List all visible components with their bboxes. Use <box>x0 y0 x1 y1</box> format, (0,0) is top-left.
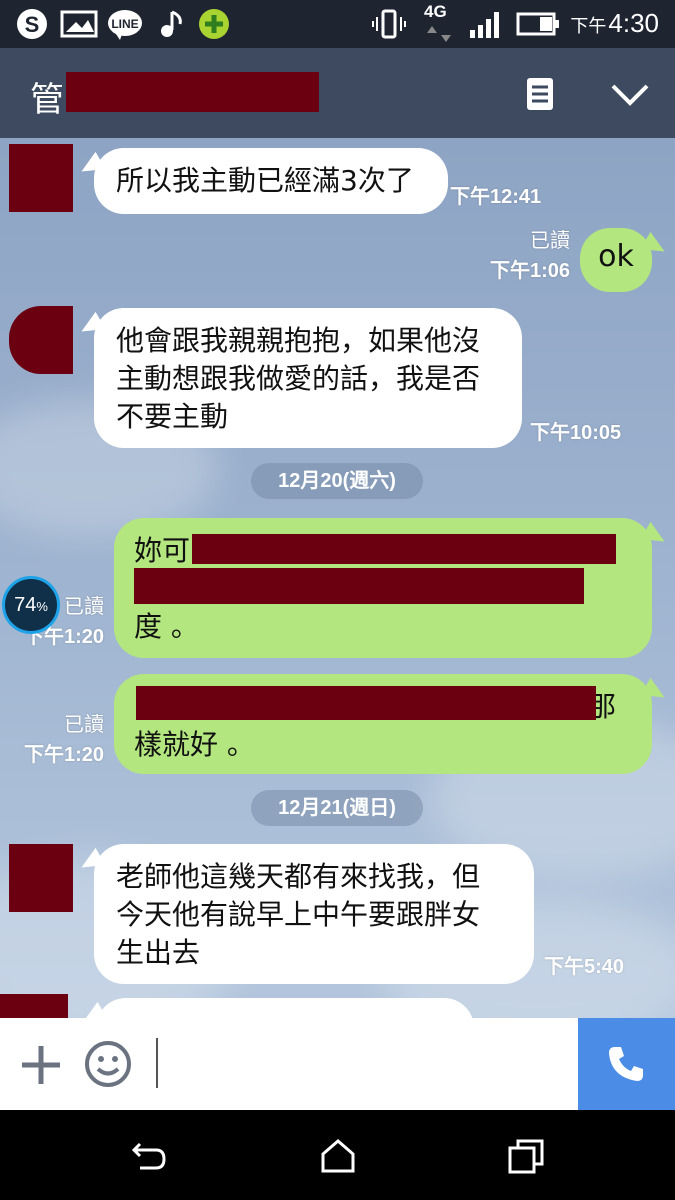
message-bubble[interactable] <box>96 998 474 1018</box>
battery-icon <box>516 12 559 36</box>
message-input[interactable] <box>150 1038 570 1090</box>
chevron-down-icon[interactable] <box>610 82 650 108</box>
data-arrows-icon <box>427 26 451 42</box>
chat-title: 管 <box>30 80 64 120</box>
plus-icon[interactable] <box>18 1042 64 1088</box>
message-time: 下午5:40 <box>544 956 625 978</box>
message-meta: 已讀 下午1:20 <box>23 714 104 766</box>
line-icon: LINE <box>108 10 142 40</box>
message-time: 下午12:41 <box>450 186 542 208</box>
date-separator: 12月20(週六) <box>251 463 423 499</box>
skype-icon: S <box>17 9 47 39</box>
navigation-bar <box>0 1110 675 1200</box>
status-bar: S LINE 4G 下午4:30 <box>0 0 675 48</box>
gallery-icon <box>60 10 98 38</box>
avatar[interactable] <box>9 144 73 212</box>
clock: 下午4:30 <box>570 8 659 38</box>
redacted-text <box>192 534 616 564</box>
text-cursor <box>156 1038 158 1088</box>
redacted-text <box>134 568 584 604</box>
back-icon[interactable] <box>130 1138 170 1174</box>
message-meta: 已讀 下午1:06 <box>489 230 570 282</box>
document-icon[interactable] <box>524 76 556 112</box>
home-icon[interactable] <box>318 1138 358 1174</box>
redacted-title <box>66 72 319 112</box>
input-bar <box>0 1018 675 1110</box>
chat-area[interactable]: 所以我主動已經滿3次了 下午12:41 已讀 下午1:06 ok 他會跟我親親抱抱… <box>0 138 675 1018</box>
message-bubble[interactable]: 老師他這幾天都有來找我，但 今天他有說早上中午要跟胖女 生出去 <box>94 844 534 984</box>
smiley-icon[interactable] <box>84 1040 132 1088</box>
date-separator: 12月21(週日) <box>251 790 423 826</box>
svg-text:LINE: LINE <box>111 17 138 31</box>
memory-booster-widget[interactable]: 74% <box>2 576 60 634</box>
message-bubble[interactable]: 他會跟我親親抱抱，如果他沒 主動想跟我做愛的話，我是否 不要主動 <box>94 308 522 448</box>
vibrate-icon <box>372 9 406 39</box>
message-bubble[interactable]: ok <box>580 228 652 292</box>
music-icon <box>161 10 182 37</box>
recents-icon[interactable] <box>506 1138 546 1174</box>
chat-header: 管 <box>0 48 675 138</box>
network-type: 4G <box>424 2 447 21</box>
message-bubble[interactable]: 所以我主動已經滿3次了 <box>94 148 448 214</box>
message-time: 下午10:05 <box>530 422 622 444</box>
avatar[interactable] <box>9 844 73 912</box>
signal-icon <box>470 12 499 38</box>
plus-app-icon <box>199 9 229 39</box>
avatar[interactable] <box>0 994 68 1018</box>
avatar[interactable] <box>9 306 73 374</box>
call-button[interactable] <box>578 1018 675 1110</box>
svg-text:S: S <box>25 12 40 37</box>
phone-icon <box>609 1047 643 1081</box>
redacted-text <box>136 686 596 720</box>
